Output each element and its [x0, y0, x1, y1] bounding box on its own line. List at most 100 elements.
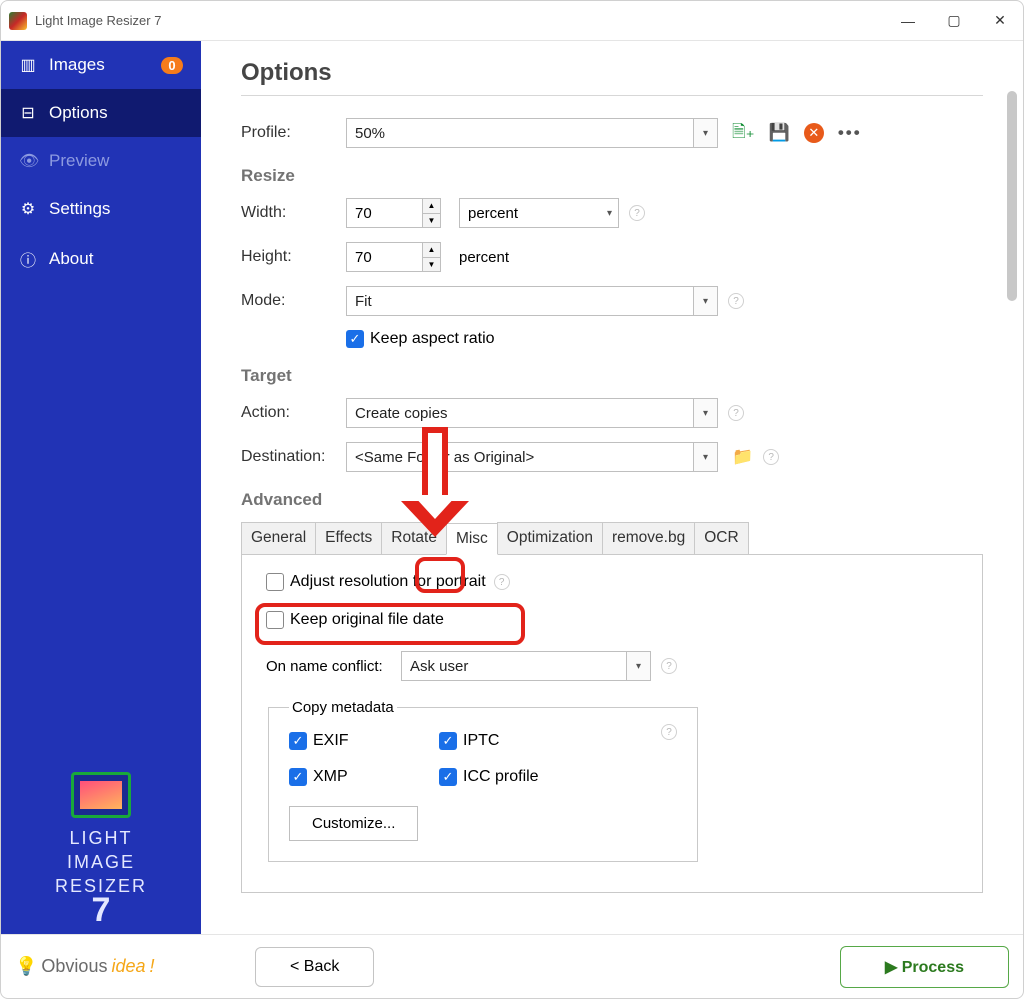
chevron-down-icon: ▾ [693, 443, 717, 471]
sidebar-item-images[interactable]: ▥ Images 0 [1, 41, 201, 89]
height-unit: percent [459, 249, 509, 266]
sidebar-logo: LIGHT IMAGE RESIZER 7 [1, 754, 201, 934]
meta-xmp-label: XMP [313, 768, 348, 786]
action-label: Action: [241, 404, 346, 422]
chevron-down-icon: ▾ [626, 652, 650, 680]
help-icon[interactable]: ? [629, 205, 645, 221]
advanced-tabs: General Effects Rotate Misc Optimization… [241, 522, 983, 555]
tab-effects[interactable]: Effects [315, 522, 382, 554]
width-spinner[interactable]: ▲▼ [422, 199, 440, 227]
height-spinner[interactable]: ▲▼ [422, 243, 440, 271]
checkbox-unchecked-icon [266, 573, 284, 591]
action-row: Action: Create copies ▾ ? [241, 398, 983, 428]
logo-version: 7 [1, 898, 201, 922]
images-icon: ▥ [19, 55, 37, 75]
sidebar-item-label: Settings [49, 199, 110, 219]
lightbulb-icon: 💡 [15, 956, 37, 977]
chevron-down-icon: ▾ [693, 399, 717, 427]
logo-text: LIGHT [1, 826, 201, 850]
height-input[interactable]: 70 ▲▼ [346, 242, 441, 272]
profile-label: Profile: [241, 124, 346, 142]
conflict-dropdown[interactable]: Ask user ▾ [401, 651, 651, 681]
checkbox-checked-icon: ✓ [439, 732, 457, 750]
tab-removebg[interactable]: remove.bg [602, 522, 695, 554]
height-value: 70 [355, 249, 372, 266]
target-heading: Target [241, 366, 983, 386]
checkbox-checked-icon: ✓ [289, 768, 307, 786]
mode-dropdown[interactable]: Fit ▾ [346, 286, 718, 316]
meta-iptc-checkbox[interactable]: ✓ IPTC [439, 732, 599, 750]
sidebar-item-label: About [49, 249, 93, 269]
minimize-button[interactable]: ― [885, 1, 931, 41]
copy-metadata-legend: Copy metadata [289, 699, 397, 716]
conflict-value: Ask user [410, 658, 468, 675]
meta-iptc-label: IPTC [463, 732, 499, 750]
scrollbar-thumb[interactable] [1007, 91, 1017, 301]
destination-row: Destination: <Same Folder as Original> ▾… [241, 442, 983, 472]
sidebar-item-settings[interactable]: ⚙ Settings [1, 185, 201, 233]
width-row: Width: 70 ▲▼ percent ▾ ? [241, 198, 983, 228]
mode-row: Mode: Fit ▾ ? [241, 286, 983, 316]
more-icon[interactable]: ••• [838, 123, 862, 143]
meta-exif-checkbox[interactable]: ✓EXIF [289, 732, 439, 750]
customize-button[interactable]: Customize... [289, 806, 418, 841]
width-input[interactable]: 70 ▲▼ [346, 198, 441, 228]
keep-aspect-label: Keep aspect ratio [370, 330, 495, 348]
back-button[interactable]: < Back [255, 947, 374, 987]
action-dropdown[interactable]: Create copies ▾ [346, 398, 718, 428]
titlebar: Light Image Resizer 7 ― ▢ ✕ [1, 1, 1023, 41]
scrollbar[interactable] [1007, 91, 1017, 934]
help-icon[interactable]: ? [728, 405, 744, 421]
sidebar-item-label: Images [49, 55, 105, 75]
profile-dropdown[interactable]: 50% ▾ [346, 118, 718, 148]
tab-general[interactable]: General [241, 522, 316, 554]
help-icon[interactable]: ? [661, 724, 677, 740]
chevron-down-icon: ▾ [693, 287, 717, 315]
copy-metadata-group: Copy metadata ? ✓EXIF ✓ IPTC ✓ XMP ✓ICC pr… [268, 699, 698, 862]
save-profile-icon[interactable]: 💾 [769, 123, 790, 143]
keep-aspect-row: ✓ Keep aspect ratio [346, 330, 983, 348]
close-button[interactable]: ✕ [977, 1, 1023, 41]
sidebar-item-options[interactable]: ⊟ Options [1, 89, 201, 137]
checkbox-checked-icon: ✓ [346, 330, 364, 348]
annotation-arrow [401, 427, 469, 537]
sidebar-item-preview[interactable]: 👁 Preview [1, 137, 201, 185]
folder-icon[interactable]: 📁 [732, 447, 753, 467]
annotation-box-misc-tab [415, 557, 465, 593]
help-icon[interactable]: ? [494, 574, 510, 590]
meta-icc-checkbox[interactable]: ✓ICC profile [439, 768, 599, 786]
app-window: Light Image Resizer 7 ― ▢ ✕ ▥ Images 0 ⊟… [0, 0, 1024, 999]
tab-optimization[interactable]: Optimization [497, 522, 603, 554]
help-icon[interactable]: ? [661, 658, 677, 674]
sidebar-item-label: Preview [49, 151, 109, 171]
checkbox-checked-icon: ✓ [439, 768, 457, 786]
info-icon: ⓘ [19, 247, 37, 271]
page-title: Options [241, 59, 983, 87]
main-panel: Options Profile: 50% ▾ 🗎₊ 💾 ✕ ••• [201, 41, 1023, 934]
help-icon[interactable]: ? [728, 293, 744, 309]
width-unit-dropdown[interactable]: percent ▾ [459, 198, 619, 228]
brand-link[interactable]: 💡 Obviousidea! [15, 956, 215, 977]
conflict-label: On name conflict: [266, 658, 401, 675]
maximize-button[interactable]: ▢ [931, 1, 977, 41]
gear-icon: ⚙ [19, 199, 37, 219]
new-profile-icon[interactable]: 🗎₊ [732, 119, 755, 148]
process-button[interactable]: Process [840, 946, 1009, 988]
body: ▥ Images 0 ⊟ Options 👁 Preview ⚙ Setting… [1, 41, 1023, 934]
tab-ocr[interactable]: OCR [694, 522, 748, 554]
help-icon[interactable]: ? [763, 449, 779, 465]
brand-text-1: Obvious [41, 956, 107, 977]
keep-aspect-checkbox[interactable]: ✓ Keep aspect ratio [346, 330, 495, 348]
mode-value: Fit [355, 293, 372, 310]
resize-heading: Resize [241, 166, 983, 186]
logo-icon [71, 772, 131, 818]
adjust-portrait-checkbox[interactable]: Adjust resolution for portrait ? [266, 573, 958, 591]
logo-text: IMAGE [1, 850, 201, 874]
meta-xmp-checkbox[interactable]: ✓ XMP [289, 768, 439, 786]
sliders-icon: ⊟ [19, 103, 37, 123]
delete-profile-icon[interactable]: ✕ [804, 123, 824, 143]
divider [241, 95, 983, 96]
sidebar-item-about[interactable]: ⓘ About [1, 233, 201, 285]
profile-row: Profile: 50% ▾ 🗎₊ 💾 ✕ ••• [241, 118, 983, 148]
width-unit-value: percent [468, 205, 518, 222]
